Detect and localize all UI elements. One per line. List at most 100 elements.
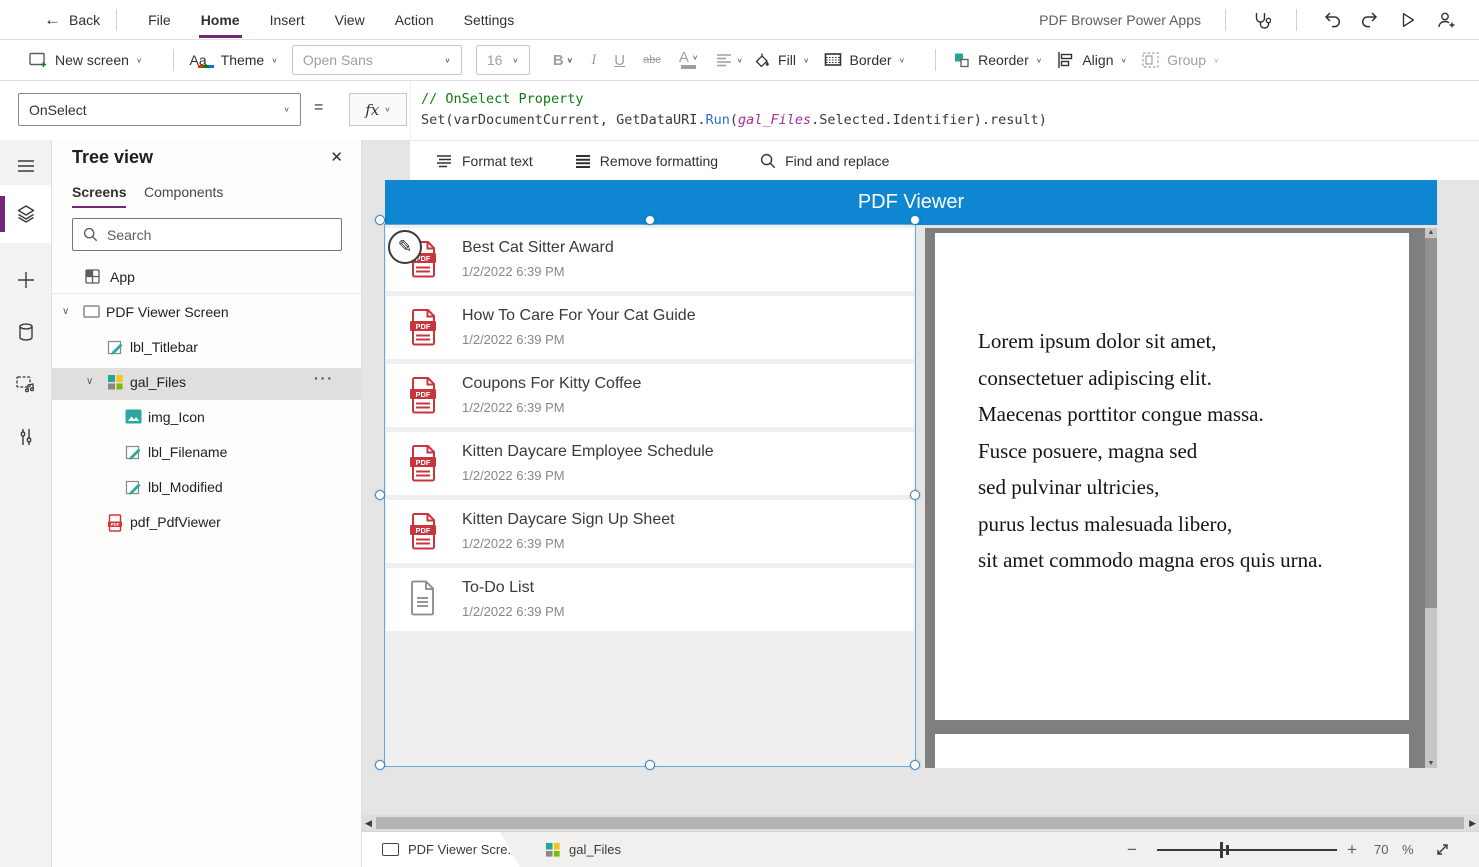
- scroll-down-icon[interactable]: ▼: [1425, 760, 1437, 767]
- theme-button[interactable]: Aa Theme ∨: [190, 52, 278, 68]
- chevron-down-icon[interactable]: ∨: [86, 376, 93, 387]
- scroll-left-icon[interactable]: ◀: [365, 818, 372, 829]
- remove-formatting-button[interactable]: Remove formatting: [575, 153, 718, 169]
- fx-button[interactable]: fx ∨: [349, 93, 407, 126]
- canvas-horizontal-scrollbar[interactable]: ◀ ▶: [362, 815, 1479, 831]
- files-gallery[interactable]: PDFBest Cat Sitter Award1/2/2022 6:39 PM…: [385, 225, 915, 766]
- find-replace-button[interactable]: Find and replace: [760, 153, 889, 169]
- font-color-button[interactable]: A∨: [670, 51, 708, 69]
- status-screen-tab[interactable]: PDF Viewer Scre...: [362, 832, 520, 867]
- tab-screens[interactable]: Screens: [72, 180, 126, 208]
- app-checker-button[interactable]: [1242, 6, 1280, 34]
- pdf-scrollbar[interactable]: ▲ ▼: [1425, 228, 1437, 768]
- file-item-2[interactable]: PDFHow To Care For Your Cat Guide1/2/202…: [386, 296, 914, 359]
- rail-media-button[interactable]: [0, 362, 51, 406]
- rail-data-button[interactable]: [0, 310, 51, 354]
- text-align-button[interactable]: ∨: [707, 53, 752, 67]
- file-name: Coupons For Kitty Coffee: [462, 375, 641, 393]
- redo-button[interactable]: [1351, 6, 1389, 34]
- rail-insert-button[interactable]: [0, 258, 51, 302]
- equals-sign: =: [314, 99, 323, 117]
- align-label: Align: [1082, 52, 1113, 68]
- undo-button[interactable]: [1313, 6, 1351, 34]
- file-item-1[interactable]: PDFBest Cat Sitter Award1/2/2022 6:39 PM: [386, 228, 914, 291]
- zoom-slider-thumb[interactable]: [1220, 842, 1223, 858]
- back-button[interactable]: ← Back: [44, 10, 100, 30]
- fit-to-window-button[interactable]: [1434, 841, 1451, 858]
- scroll-up-icon[interactable]: ▲: [1425, 229, 1437, 236]
- tree-item-lbl-titlebar[interactable]: lbl_Titlebar: [52, 333, 362, 363]
- menu-item-settings[interactable]: Settings: [449, 0, 530, 40]
- zoom-slider-tick: [1226, 845, 1229, 855]
- rail-advanced-tools-button[interactable]: [0, 415, 51, 459]
- rail-tree-view-button[interactable]: [0, 185, 51, 243]
- file-item-6[interactable]: To-Do List1/2/2022 6:39 PM: [386, 568, 914, 631]
- tree-item-pdf-pdfviewer[interactable]: PDFpdf_PdfViewer: [52, 508, 362, 538]
- menu-item-action[interactable]: Action: [380, 0, 449, 40]
- menu-item-file[interactable]: File: [133, 0, 186, 40]
- chevron-down-icon[interactable]: ∨: [62, 306, 69, 317]
- bold-button[interactable]: B∨: [544, 52, 582, 69]
- tree-search-input[interactable]: Search: [72, 218, 342, 251]
- close-icon[interactable]: ✕: [330, 148, 343, 166]
- file-modified-date: 1/2/2022 6:39 PM: [462, 468, 565, 483]
- file-item-3[interactable]: PDFCoupons For Kitty Coffee1/2/2022 6:39…: [386, 364, 914, 427]
- zoom-in-button[interactable]: +: [1347, 832, 1357, 867]
- menu-item-insert[interactable]: Insert: [255, 0, 320, 40]
- share-button[interactable]: [1427, 6, 1465, 34]
- format-text-button[interactable]: Format text: [436, 153, 533, 169]
- selection-handle[interactable]: [910, 760, 920, 770]
- group-button[interactable]: Group ∨: [1141, 51, 1220, 69]
- underline-label: U: [614, 52, 625, 69]
- font-select[interactable]: Open Sans ∨: [292, 45, 462, 75]
- fill-button[interactable]: Fill ∨: [752, 51, 809, 70]
- selection-handle[interactable]: [375, 760, 385, 770]
- italic-button[interactable]: I: [582, 52, 605, 69]
- more-options-icon[interactable]: ···: [314, 370, 334, 386]
- status-control-tab[interactable]: gal_Files: [545, 832, 621, 867]
- selection-handle[interactable]: [910, 490, 920, 500]
- strikethrough-button[interactable]: abc: [634, 54, 670, 66]
- border-button[interactable]: Border ∨: [824, 52, 906, 68]
- tree-item-lbl-filename[interactable]: lbl_Filename: [52, 438, 362, 468]
- preview-button[interactable]: [1389, 6, 1427, 34]
- menu-item-home[interactable]: Home: [186, 0, 255, 40]
- new-screen-label: New screen: [55, 52, 129, 68]
- chevron-down-icon: ∨: [271, 56, 278, 65]
- selection-handle[interactable]: [910, 215, 920, 225]
- selection-handle[interactable]: [375, 490, 385, 500]
- selection-handle[interactable]: [375, 215, 385, 225]
- chevron-down-icon: ∨: [283, 105, 290, 114]
- zoom-out-button[interactable]: −: [1127, 832, 1137, 867]
- selection-handle[interactable]: [645, 215, 655, 225]
- align-button[interactable]: Align ∨: [1056, 51, 1127, 69]
- file-name: Best Cat Sitter Award: [462, 239, 614, 257]
- align-icon: [1056, 51, 1075, 69]
- menu-item-view[interactable]: View: [320, 0, 380, 40]
- property-select[interactable]: OnSelect ∨: [18, 93, 301, 126]
- underline-button[interactable]: U: [605, 52, 634, 69]
- tab-components[interactable]: Components: [144, 180, 223, 208]
- pdf-viewer-control[interactable]: Lorem ipsum dolor sit amet,consectetuer …: [925, 228, 1437, 768]
- edit-pencil-badge[interactable]: ✎: [388, 230, 422, 264]
- font-size-select[interactable]: 16 ∨: [476, 45, 530, 75]
- svg-text:PDF: PDF: [416, 322, 431, 331]
- tree-item-label: PDF Viewer Screen: [106, 304, 229, 320]
- pdf-scrollbar-thumb[interactable]: [1425, 238, 1437, 608]
- file-item-5[interactable]: PDFKitten Daycare Sign Up Sheet1/2/2022 …: [386, 500, 914, 563]
- selection-handle[interactable]: [645, 760, 655, 770]
- tree-item-pdf-viewer-screen[interactable]: ∨ PDF Viewer Screen: [52, 298, 362, 328]
- file-item-4[interactable]: PDFKitten Daycare Employee Schedule1/2/2…: [386, 432, 914, 495]
- tree-item-gal-files[interactable]: ∨gal_Files···: [52, 368, 362, 400]
- tree-item-img-icon[interactable]: img_Icon: [52, 403, 362, 433]
- horizontal-scrollbar-thumb[interactable]: [376, 817, 1464, 829]
- reorder-button[interactable]: Reorder ∨: [952, 51, 1042, 70]
- tree-item-lbl-modified[interactable]: lbl_Modified: [52, 473, 362, 503]
- new-screen-button[interactable]: New screen ∨: [28, 51, 143, 69]
- top-menu-bar: ← Back FileHomeInsertViewActionSettings …: [0, 0, 1479, 40]
- hamburger-menu-button[interactable]: [0, 144, 51, 188]
- tree-item-app[interactable]: App: [52, 260, 362, 294]
- scroll-right-icon[interactable]: ▶: [1469, 818, 1476, 829]
- zoom-slider-track[interactable]: [1157, 849, 1337, 851]
- formula-editor[interactable]: // OnSelect Property Set(varDocumentCurr…: [410, 81, 1479, 140]
